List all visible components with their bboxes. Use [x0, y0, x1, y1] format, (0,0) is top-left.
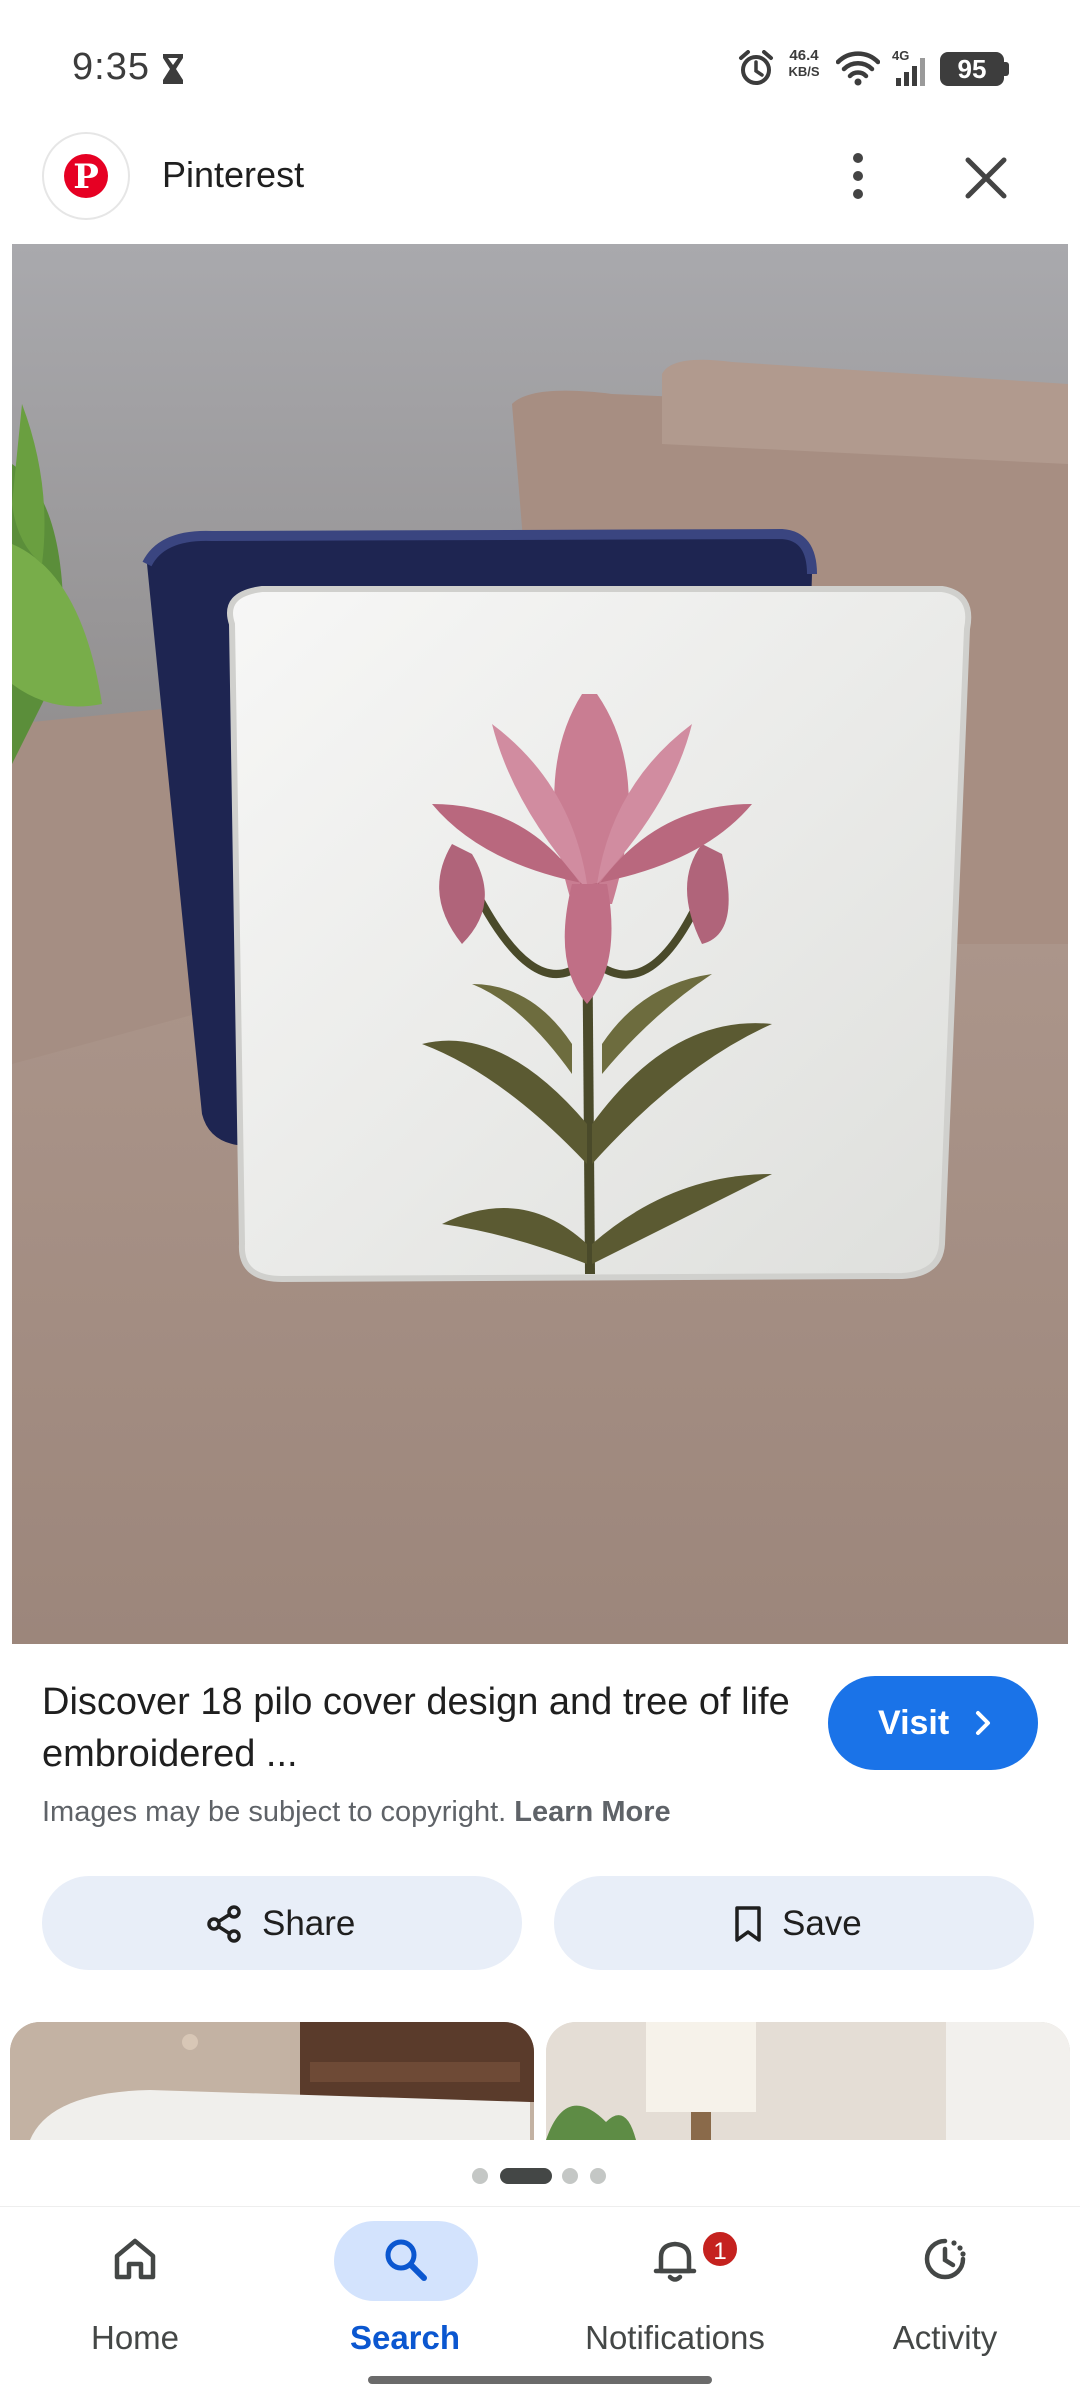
nav-search[interactable]: Search	[270, 2207, 540, 2401]
visit-button[interactable]: Visit	[828, 1676, 1038, 1770]
hourglass-icon	[163, 54, 183, 84]
learn-more-link[interactable]: Learn More	[514, 1796, 670, 1828]
bookmark-icon	[735, 1906, 761, 1942]
share-icon	[207, 1905, 241, 1943]
nav-activity-label: Activity	[892, 2319, 998, 2356]
bell-icon	[653, 2241, 697, 2282]
nav-notifications[interactable]: 1 Notifications	[540, 2207, 810, 2401]
copyright-text: Images may be subject to copyright.	[42, 1796, 507, 1828]
result-title[interactable]: Discover 18 pilo cover design and tree o…	[42, 1676, 802, 1780]
pinterest-logo[interactable]: P	[42, 132, 130, 220]
home-icon	[114, 2238, 156, 2280]
page-dot-active	[500, 2168, 552, 2184]
chevron-right-icon	[976, 1711, 990, 1735]
page-dot	[590, 2168, 606, 2184]
bottom-navigation: Home Search 1 Notifications Activity	[0, 2206, 1080, 2400]
visit-label: Visit	[878, 1704, 950, 1742]
related-image-thumbnail[interactable]	[546, 2022, 1070, 2140]
search-icon	[385, 2239, 427, 2281]
gesture-navigation-bar[interactable]	[368, 2376, 712, 2384]
share-label: Share	[262, 1904, 356, 1943]
related-image-thumbnail[interactable]	[10, 2022, 534, 2140]
status-bar: 9:35 46.4 KB/S 4G 95	[0, 0, 1080, 130]
activity-icon	[924, 2238, 966, 2280]
alarm-icon	[739, 50, 773, 85]
network-speed-unit: KB/S	[788, 64, 820, 79]
nav-home[interactable]: Home	[0, 2207, 270, 2401]
nav-activity[interactable]: Activity	[810, 2207, 1080, 2401]
network-speed: 46.4 KB/S	[784, 48, 824, 80]
save-label: Save	[782, 1904, 862, 1943]
signal-icon: 4G	[892, 48, 925, 86]
wifi-icon	[836, 51, 880, 86]
result-image[interactable]	[12, 244, 1068, 1644]
notification-badge: 1	[700, 2229, 740, 2269]
network-speed-value: 46.4	[789, 47, 819, 64]
page-dot	[562, 2168, 578, 2184]
page-dot	[472, 2168, 488, 2184]
share-button[interactable]: Share	[42, 1876, 522, 1970]
save-button[interactable]: Save	[554, 1876, 1034, 1970]
network-type-label: 4G	[892, 48, 909, 63]
battery-indicator: 95	[940, 52, 1004, 86]
more-options-icon[interactable]	[840, 148, 876, 204]
carousel-page-indicator	[472, 2168, 606, 2184]
nav-search-label: Search	[349, 2319, 461, 2356]
nav-notifications-label: Notifications	[585, 2319, 765, 2356]
thumbnail-photo	[546, 2022, 1070, 2140]
source-title[interactable]: Pinterest	[162, 154, 304, 196]
cushion-photo	[12, 244, 1068, 1644]
close-icon[interactable]	[958, 150, 1014, 206]
status-time: 9:35	[72, 46, 150, 88]
nav-home-label: Home	[90, 2319, 180, 2356]
copyright-notice: Images may be subject to copyright. Lear…	[42, 1796, 671, 1829]
thumbnail-photo	[10, 2022, 534, 2140]
pinterest-p-icon: P	[64, 154, 108, 198]
battery-nub	[1004, 62, 1009, 76]
